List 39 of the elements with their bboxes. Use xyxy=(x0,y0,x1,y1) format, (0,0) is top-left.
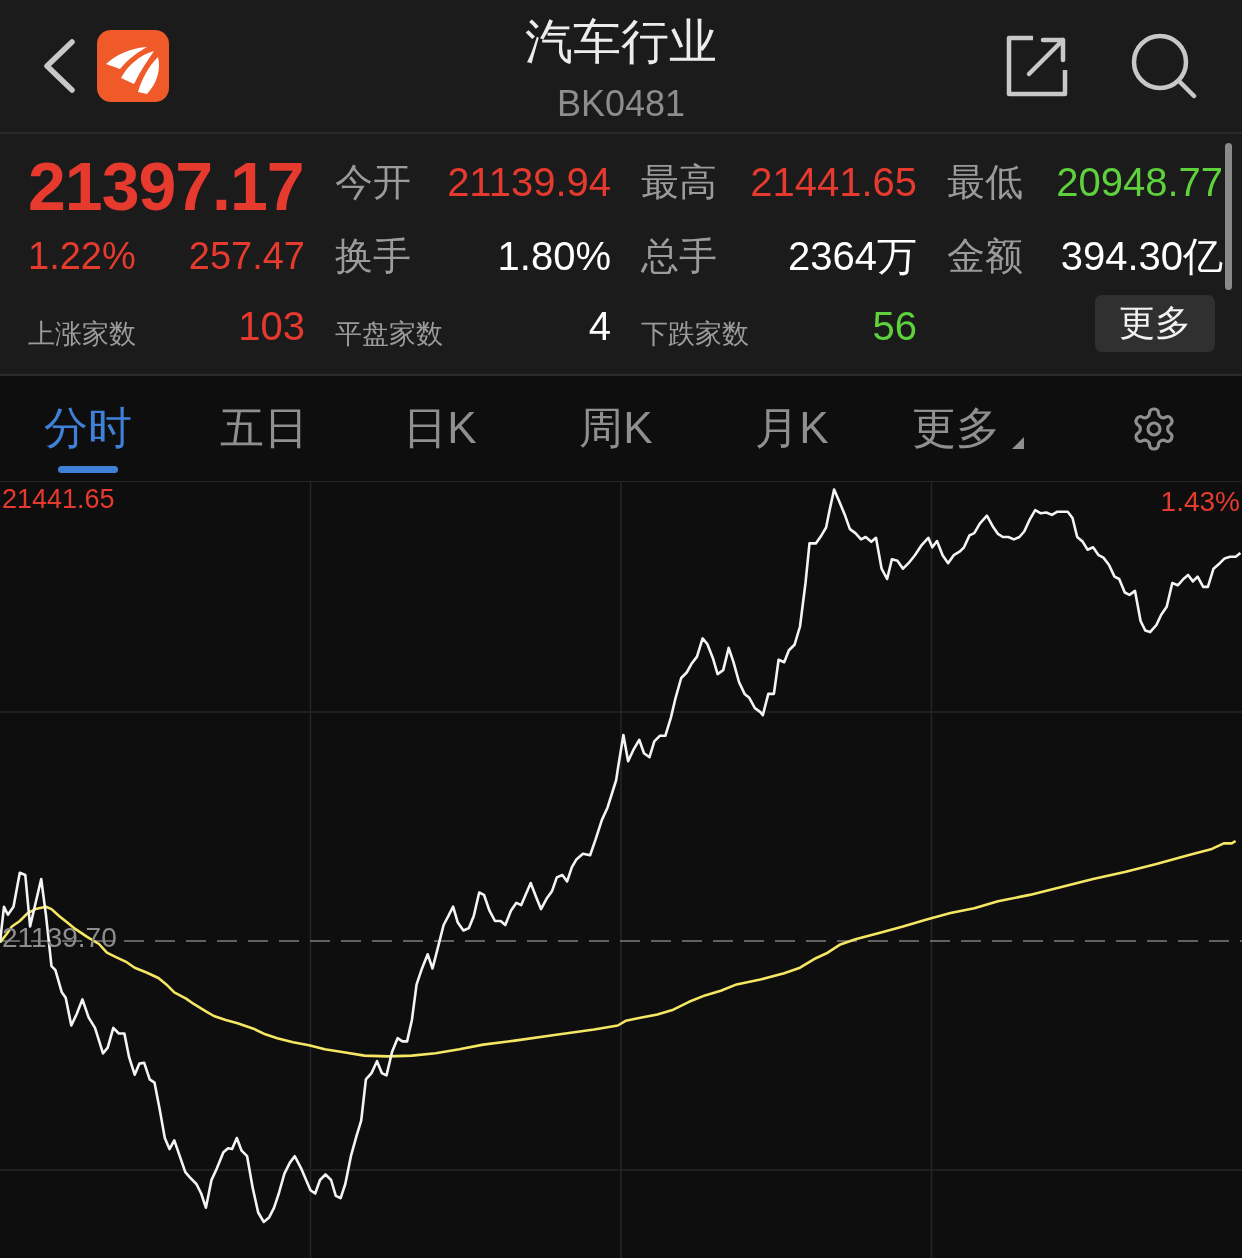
stat-value: 20948.77 xyxy=(1056,162,1223,202)
axis-high-label: 21441.65 xyxy=(2,486,115,513)
scrollbar-thumb[interactable] xyxy=(1225,143,1232,290)
stat-label: 今开 xyxy=(335,163,411,201)
stat-label: 最低 xyxy=(947,163,1023,201)
search-icon[interactable] xyxy=(1131,33,1197,99)
sector-code: BK0481 xyxy=(556,86,686,122)
back-icon[interactable] xyxy=(42,39,76,93)
logo-icon xyxy=(97,30,169,102)
chart-tab[interactable]: 五日 xyxy=(176,376,352,481)
stat-label: 金额 xyxy=(947,237,1023,275)
breadth-label: 上涨家数 xyxy=(28,320,136,348)
stat-value: 394.30亿 xyxy=(1060,236,1223,276)
stat-value: 1.80% xyxy=(497,236,611,276)
breadth-value: 56 xyxy=(872,306,917,346)
dropdown-triangle-icon xyxy=(1012,437,1024,449)
stat-label: 最高 xyxy=(641,163,717,201)
stat-value: 21139.94 xyxy=(447,162,611,202)
breadth-label: 平盘家数 xyxy=(335,320,443,348)
breadth-label: 下跌家数 xyxy=(641,320,749,348)
breadth-value: 4 xyxy=(588,306,611,346)
page-title: 汽车行业 xyxy=(525,18,717,66)
chart-tab[interactable]: 周K xyxy=(528,376,704,481)
axis-percent-label: 1.43% xyxy=(1160,488,1240,516)
stat-label: 换手 xyxy=(335,237,411,275)
chart-tab[interactable]: 分时 xyxy=(0,376,176,481)
change-percent: 1.22% xyxy=(28,237,136,275)
chart-tab[interactable]: 月K xyxy=(704,376,880,481)
stat-value: 21441.65 xyxy=(750,162,917,202)
current-price: 21397.17 xyxy=(28,152,304,220)
stat-label: 总手 xyxy=(641,237,717,275)
chart-tab[interactable]: 日K xyxy=(352,376,528,481)
share-icon[interactable] xyxy=(1005,34,1069,98)
change-amount: 257.47 xyxy=(188,237,305,275)
breadth-value: 103 xyxy=(238,306,305,346)
stat-value: 2364万 xyxy=(788,236,917,276)
more-button[interactable]: 更多 xyxy=(1095,294,1215,352)
chart-tab[interactable]: 更多 xyxy=(880,376,1056,481)
selected-indicator xyxy=(58,466,118,473)
